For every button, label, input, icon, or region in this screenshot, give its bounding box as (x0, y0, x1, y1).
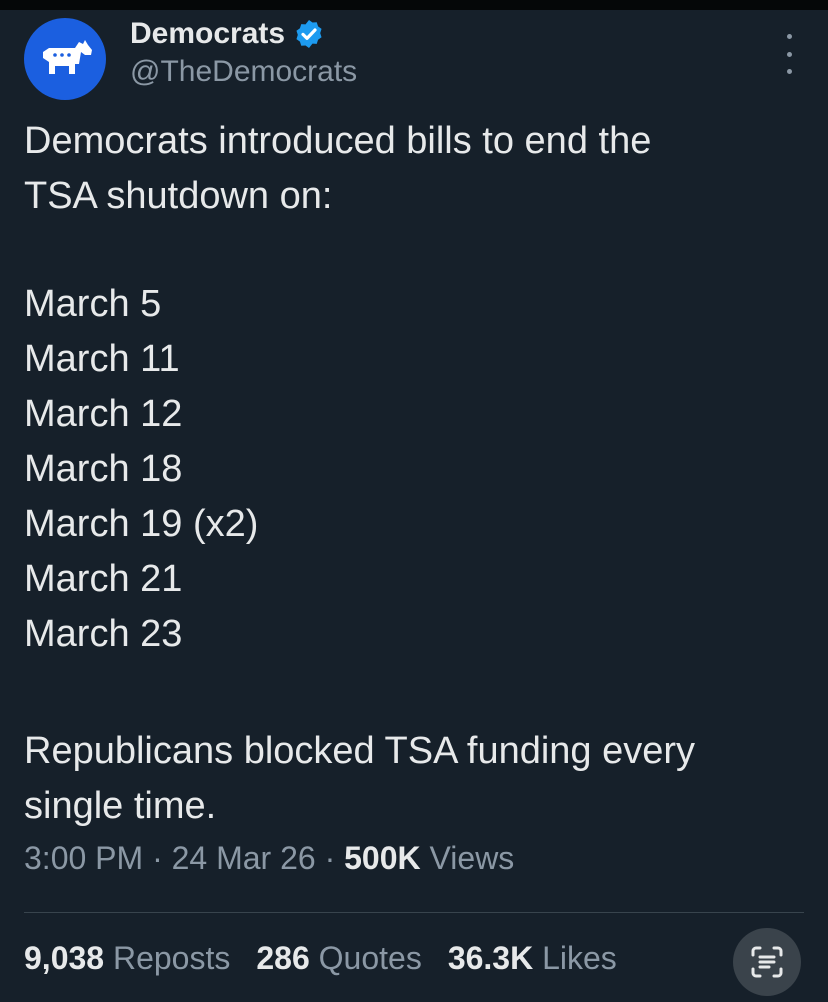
tweet-text-line: Republicans blocked TSA funding every (24, 730, 696, 772)
more-dot (786, 51, 792, 57)
tweet-text-line: TSA shutdown on: (24, 175, 333, 217)
more-options-icon[interactable] (782, 34, 796, 74)
quotes-count: 286 (256, 940, 310, 976)
reposts-stat[interactable]: 9,038 Reposts (24, 936, 230, 980)
donkey-logo-icon (43, 40, 92, 74)
views-count: 500K (344, 840, 421, 876)
meta-separator: · (152, 840, 163, 876)
date-item: March 5 (24, 283, 162, 325)
tweet-text-line: single time. (24, 785, 217, 827)
verified-badge-icon (296, 20, 322, 48)
date-item: March 12 (24, 393, 183, 435)
avatar[interactable] (24, 18, 106, 100)
date-item: March 11 (24, 338, 180, 380)
date-item: March 18 (24, 448, 183, 490)
display-name[interactable]: Democrats (130, 16, 285, 52)
views-label: Views (429, 840, 515, 876)
tweet: Democrats @TheDemocrats Democrats introd… (0, 10, 828, 1002)
date-list: March 5 March 11 March 12 March 18 March… (24, 277, 814, 662)
quotes-stat[interactable]: 286 Quotes (256, 936, 421, 980)
likes-label: Likes (542, 940, 617, 976)
tweet-time[interactable]: 3:00 PM (24, 840, 143, 876)
likes-count: 36.3K (447, 940, 534, 976)
tweet-intro: Democrats introduced bills to end the TS… (24, 114, 814, 224)
divider (24, 912, 804, 913)
date-item: March 19 (x2) (24, 503, 259, 545)
reposts-label: Reposts (112, 940, 231, 976)
engagement-stats: 9,038 Reposts 286 Quotes 36.3K Likes (24, 936, 617, 980)
tweet-closing: Republicans blocked TSA funding every si… (24, 724, 814, 834)
reposts-count: 9,038 (24, 940, 105, 976)
account-handle[interactable]: @TheDemocrats (130, 54, 357, 90)
date-item: March 23 (24, 613, 183, 655)
scan-text-icon (751, 946, 783, 978)
date-item: March 21 (24, 558, 183, 600)
tweet-text-line: Democrats introduced bills to end the (24, 120, 652, 162)
more-dot (786, 69, 792, 74)
scan-text-button[interactable] (733, 928, 801, 996)
tweet-meta: 3:00 PM · 24 Mar 26 · 500K Views (24, 838, 514, 878)
status-bar-strip (0, 0, 828, 10)
tweet-date[interactable]: 24 Mar 26 (172, 840, 316, 876)
more-dot (786, 34, 792, 39)
name-row: Democrats (130, 16, 325, 52)
quotes-label: Quotes (318, 940, 422, 976)
meta-separator: · (324, 840, 336, 876)
likes-stat[interactable]: 36.3K Likes (448, 936, 617, 980)
